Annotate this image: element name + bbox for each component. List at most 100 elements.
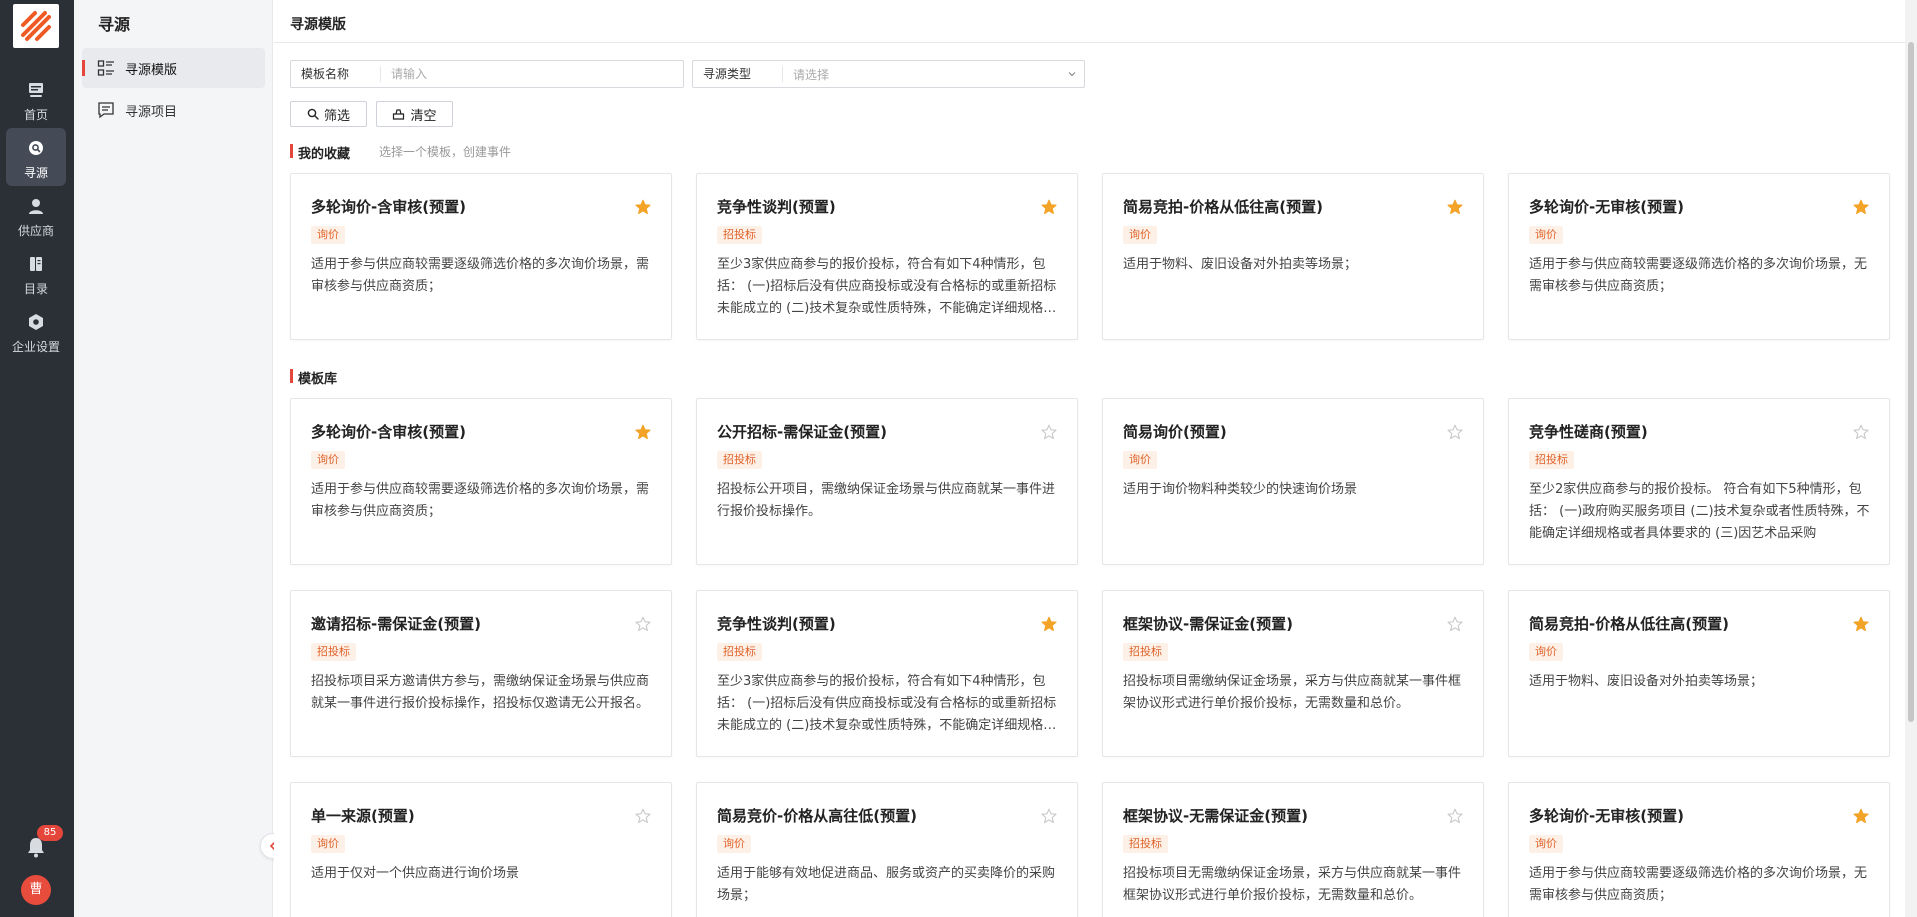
settings-icon	[26, 312, 46, 332]
sub-sidebar: 寻源 寻源模版 寻源项目	[74, 0, 273, 917]
template-card[interactable]: 简易竞拍-价格从低往高(预置) 询价 适用于物料、废旧设备对外拍卖等场景；	[1508, 590, 1890, 757]
star-icon[interactable]	[1041, 808, 1057, 824]
template-card-title: 简易询价(预置)	[1123, 423, 1227, 441]
rail-item-label: 目录	[23, 282, 48, 296]
rail-item-label: 首页	[23, 108, 48, 122]
template-card[interactable]: 竞争性谈判(预置) 招投标 至少3家供应商参与的报价投标，符合有如下4种情形，包括：…	[696, 173, 1078, 340]
template-name-label: 模板名称	[291, 66, 381, 82]
template-type-tag: 招投标	[311, 643, 356, 661]
template-card-description: 适用于参与供应商较需要逐级筛选价格的多次询价场景，无需审核参与供应商资质；	[1529, 257, 1868, 294]
rail-item-home[interactable]: 首页	[6, 70, 66, 128]
scrollbar-thumb[interactable]	[1908, 42, 1914, 722]
template-type-tag: 询价	[311, 835, 345, 853]
sidebar-item-sourcing-template[interactable]: 寻源模版	[82, 48, 265, 88]
star-icon[interactable]	[1447, 424, 1463, 440]
avatar[interactable]: 曹	[21, 875, 51, 905]
template-type-tag: 询价	[311, 451, 345, 469]
template-type-tag: 询价	[1123, 451, 1157, 469]
favorites-hint: 选择一个模板，创建事件	[379, 145, 512, 159]
template-card[interactable]: 简易询价(预置) 询价适用于询价物料种类较少的快速询价场景	[1102, 398, 1484, 565]
logo-icon[interactable]	[13, 4, 59, 48]
star-icon[interactable]	[1041, 199, 1057, 215]
page-title: 寻源模版	[290, 17, 346, 33]
template-card-title: 简易竞价-价格从高往低(预置)	[717, 807, 917, 825]
template-card-title: 邀请招标-需保证金(预置)	[311, 615, 481, 633]
rail-item-sourcing[interactable]: 寻源	[6, 128, 66, 186]
star-icon[interactable]	[1853, 616, 1869, 632]
template-card-title: 框架协议-需保证金(预置)	[1123, 615, 1293, 633]
star-icon[interactable]	[1447, 808, 1463, 824]
template-card-description: 适用于询价物料种类较少的快速询价场景	[1123, 482, 1358, 497]
catalog-icon	[26, 254, 46, 274]
library-section-title: 模板库	[290, 368, 337, 387]
rail-item-supplier[interactable]: 供应商	[6, 186, 66, 244]
sidebar-item-label: 寻源模版	[125, 62, 178, 78]
sub-sidebar-title: 寻源	[98, 15, 131, 34]
template-card-description: 招投标项目采方邀请供方参与，需缴纳保证金场景与供应商就某一事件进行报价投标操作，…	[311, 674, 650, 711]
rail-item-label: 寻源	[23, 166, 48, 180]
clear-button-label: 清空	[410, 108, 437, 124]
clear-button[interactable]: 清空	[376, 101, 453, 127]
template-card-title: 多轮询价-无审核(预置)	[1529, 807, 1684, 825]
template-card[interactable]: 简易竞价-价格从高往低(预置) 询价 适用于能够有效地促进商品、服务或资产的买卖降价…	[696, 782, 1078, 917]
sourcing-type-filter[interactable]: 寻源类型 请选择	[692, 60, 1085, 88]
template-name-input[interactable]	[381, 62, 683, 86]
template-card[interactable]: 邀请招标-需保证金(预置) 招投标招投标项目采方邀请供方参与，需缴纳保证金场景与供…	[290, 590, 672, 757]
star-icon[interactable]	[635, 808, 651, 824]
template-card-title: 多轮询价-无审核(预置)	[1529, 198, 1684, 216]
rail-item-settings[interactable]: 企业设置	[6, 302, 66, 360]
template-card-title: 竞争性谈判(预置)	[717, 615, 836, 633]
search-icon	[307, 108, 319, 120]
template-card[interactable]: 公开招标-需保证金(预置) 招投标 招投标公开项目，需缴纳保证金场景与供应商就某一事…	[696, 398, 1078, 565]
template-card[interactable]: 简易竞拍-价格从低往高(预置) 询价 适用于物料、废旧设备对外拍卖等场景；	[1102, 173, 1484, 340]
template-card-description: 招投标公开项目，需缴纳保证金场景与供应商就某一事件进行报价投标操作。	[717, 482, 1056, 519]
main-content: 寻源模版 模板名称 寻源类型 请选择 筛选 清空 我的收藏 选择一个模板，创	[274, 0, 1917, 917]
rail-item-catalog[interactable]: 目录	[6, 244, 66, 302]
star-icon[interactable]	[635, 616, 651, 632]
star-icon[interactable]	[1041, 616, 1057, 632]
template-card[interactable]: 竞争性谈判(预置) 招投标 至少3家供应商参与的报价投标，符合有如下4种情形，包括：…	[696, 590, 1078, 757]
filter-button[interactable]: 筛选	[290, 101, 367, 127]
sourcing-type-label: 寻源类型	[693, 66, 783, 82]
star-icon[interactable]	[1041, 424, 1057, 440]
app-rail: 首页 寻源 供应商 目录 企业设置 85 曹	[0, 0, 74, 917]
template-card-title: 竞争性磋商(预置)	[1529, 423, 1648, 441]
template-card-description: 至少2家供应商参与的报价投标。 符合有如下5种情形，包括： (一)政府购买服务项…	[1529, 482, 1870, 541]
scrollbar[interactable]	[1905, 0, 1917, 917]
template-card-description: 招投标项目需缴纳保证金场景，采方与供应商就某一事件框架协议形式进行单价报价投标，…	[1123, 674, 1462, 711]
chevron-down-icon	[1060, 69, 1084, 79]
star-icon[interactable]	[1853, 199, 1869, 215]
template-card-description: 适用于参与供应商较需要逐级筛选价格的多次询价场景，无需审核参与供应商资质；	[1529, 866, 1868, 903]
template-type-tag: 询价	[1529, 226, 1563, 244]
template-type-tag: 招投标	[1123, 643, 1168, 661]
star-icon[interactable]	[635, 199, 651, 215]
template-card[interactable]: 多轮询价-无审核(预置) 询价适用于参与供应商较需要逐级筛选价格的多次询价场景，无…	[1508, 173, 1890, 340]
star-icon[interactable]	[1853, 808, 1869, 824]
template-card[interactable]: 多轮询价-含审核(预置) 询价 适用于参与供应商较需要逐级筛选价格的多次询价场景，需…	[290, 398, 672, 565]
template-name-filter: 模板名称	[290, 60, 684, 88]
filter-button-label: 筛选	[323, 108, 350, 124]
template-card[interactable]: 框架协议-无需保证金(预置) 招投标 招投标项目无需缴纳保证金场景，采方与供应商就某…	[1102, 782, 1484, 917]
rail-item-label: 供应商	[17, 224, 54, 238]
template-type-tag: 招投标	[1123, 835, 1168, 853]
template-card-description: 适用于参与供应商较需要逐级筛选价格的多次询价场景，需审核参与供应商资质；	[311, 257, 650, 294]
template-card-description: 至少3家供应商参与的报价投标，符合有如下4种情形，包括： (一)招标后没有供应商…	[717, 674, 1057, 733]
template-card-title: 公开招标-需保证金(预置)	[717, 423, 887, 441]
star-icon[interactable]	[1447, 616, 1463, 632]
sourcing-type-select[interactable]: 请选择	[783, 66, 1060, 83]
star-icon[interactable]	[1853, 424, 1869, 440]
monitor-icon	[26, 80, 46, 100]
star-icon[interactable]	[635, 424, 651, 440]
template-type-tag: 询价	[1123, 226, 1157, 244]
template-card-description: 适用于物料、废旧设备对外拍卖等场景；	[1529, 674, 1764, 689]
template-card-title: 简易竞拍-价格从低往高(预置)	[1529, 615, 1729, 633]
template-card[interactable]: 单一来源(预置) 询价 适用于仅对一个供应商进行询价场景	[290, 782, 672, 917]
template-card[interactable]: 竞争性磋商(预置) 招投标 至少2家供应商参与的报价投标。 符合有如下5种情形，包括…	[1508, 398, 1890, 565]
chat-icon	[97, 101, 115, 119]
template-type-tag: 招投标	[717, 226, 762, 244]
star-icon[interactable]	[1447, 199, 1463, 215]
sidebar-item-sourcing-project[interactable]: 寻源项目	[82, 90, 265, 130]
template-card[interactable]: 多轮询价-含审核(预置) 询价 适用于参与供应商较需要逐级筛选价格的多次询价场景，需…	[290, 173, 672, 340]
template-card[interactable]: 多轮询价-无审核(预置) 询价 适用于参与供应商较需要逐级筛选价格的多次询价场景，无…	[1508, 782, 1890, 917]
template-card[interactable]: 框架协议-需保证金(预置) 招投标招投标项目需缴纳保证金场景，采方与供应商就某一事…	[1102, 590, 1484, 757]
